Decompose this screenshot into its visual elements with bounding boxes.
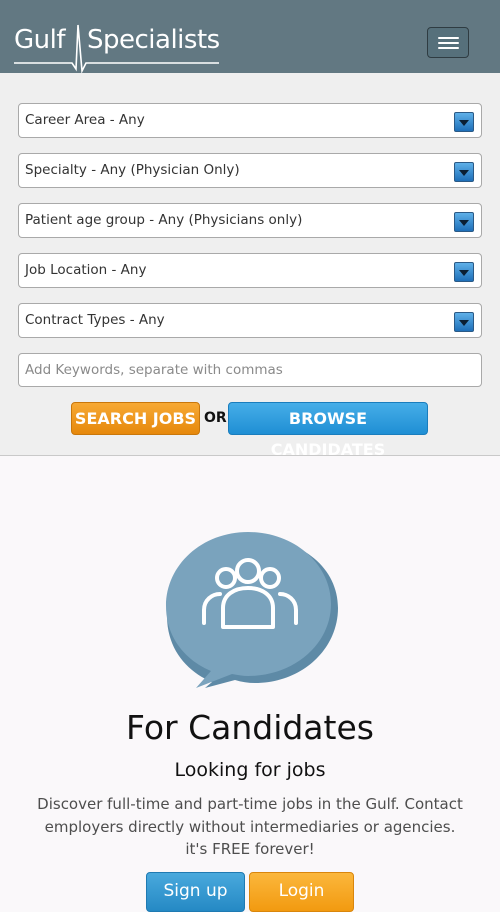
candidates-description: Discover full-time and part-time jobs in…: [37, 795, 463, 858]
patient-age-group-select-value: Patient age group - Any (Physicians only…: [25, 212, 303, 228]
people-group-speech-bubble-icon: [160, 528, 340, 697]
dropdown-arrow-icon[interactable]: [454, 262, 474, 282]
hamburger-menu-icon: [438, 37, 459, 39]
login-button[interactable]: Login: [249, 872, 354, 912]
browse-candidates-button[interactable]: BROWSE CANDIDATES: [228, 402, 428, 459]
specialty-select[interactable]: Specialty - Any (Physician Only): [18, 153, 482, 188]
looking-for-jobs-subtitle: Looking for jobs: [174, 759, 326, 781]
career-area-select[interactable]: Career Area - Any: [18, 103, 482, 138]
dropdown-arrow-icon[interactable]: [454, 112, 474, 132]
or-separator: OR: [204, 410, 227, 426]
dropdown-arrow-icon[interactable]: [454, 312, 474, 332]
logo-text-specialists: Specialists: [87, 25, 220, 55]
specialty-select-value: Specialty - Any (Physician Only): [25, 162, 240, 178]
career-area-select-value: Career Area - Any: [25, 112, 145, 128]
site-header: Gulf Specialists: [0, 0, 500, 74]
sign-up-button[interactable]: Sign up: [146, 872, 245, 912]
gulf-specialists-logo[interactable]: Gulf Specialists: [14, 22, 224, 74]
job-location-select-value: Job Location - Any: [25, 262, 147, 278]
search-jobs-button[interactable]: SEARCH JOBS: [71, 402, 200, 435]
for-candidates-title: For Candidates: [126, 708, 374, 747]
keywords-input[interactable]: [18, 353, 482, 387]
contract-types-select[interactable]: Contract Types - Any: [18, 303, 482, 338]
dropdown-arrow-icon[interactable]: [454, 212, 474, 232]
hamburger-menu-bar: [438, 47, 459, 49]
contract-types-select-value: Contract Types - Any: [25, 312, 165, 328]
patient-age-group-select[interactable]: Patient age group - Any (Physicians only…: [18, 203, 482, 238]
hamburger-menu-bar: [438, 42, 459, 44]
job-location-select[interactable]: Job Location - Any: [18, 253, 482, 288]
job-search-panel: Career Area - Any Specialty - Any (Physi…: [0, 73, 500, 459]
hamburger-menu-button[interactable]: [427, 27, 469, 58]
logo-text-gulf: Gulf: [14, 25, 66, 55]
dropdown-arrow-icon[interactable]: [454, 162, 474, 182]
